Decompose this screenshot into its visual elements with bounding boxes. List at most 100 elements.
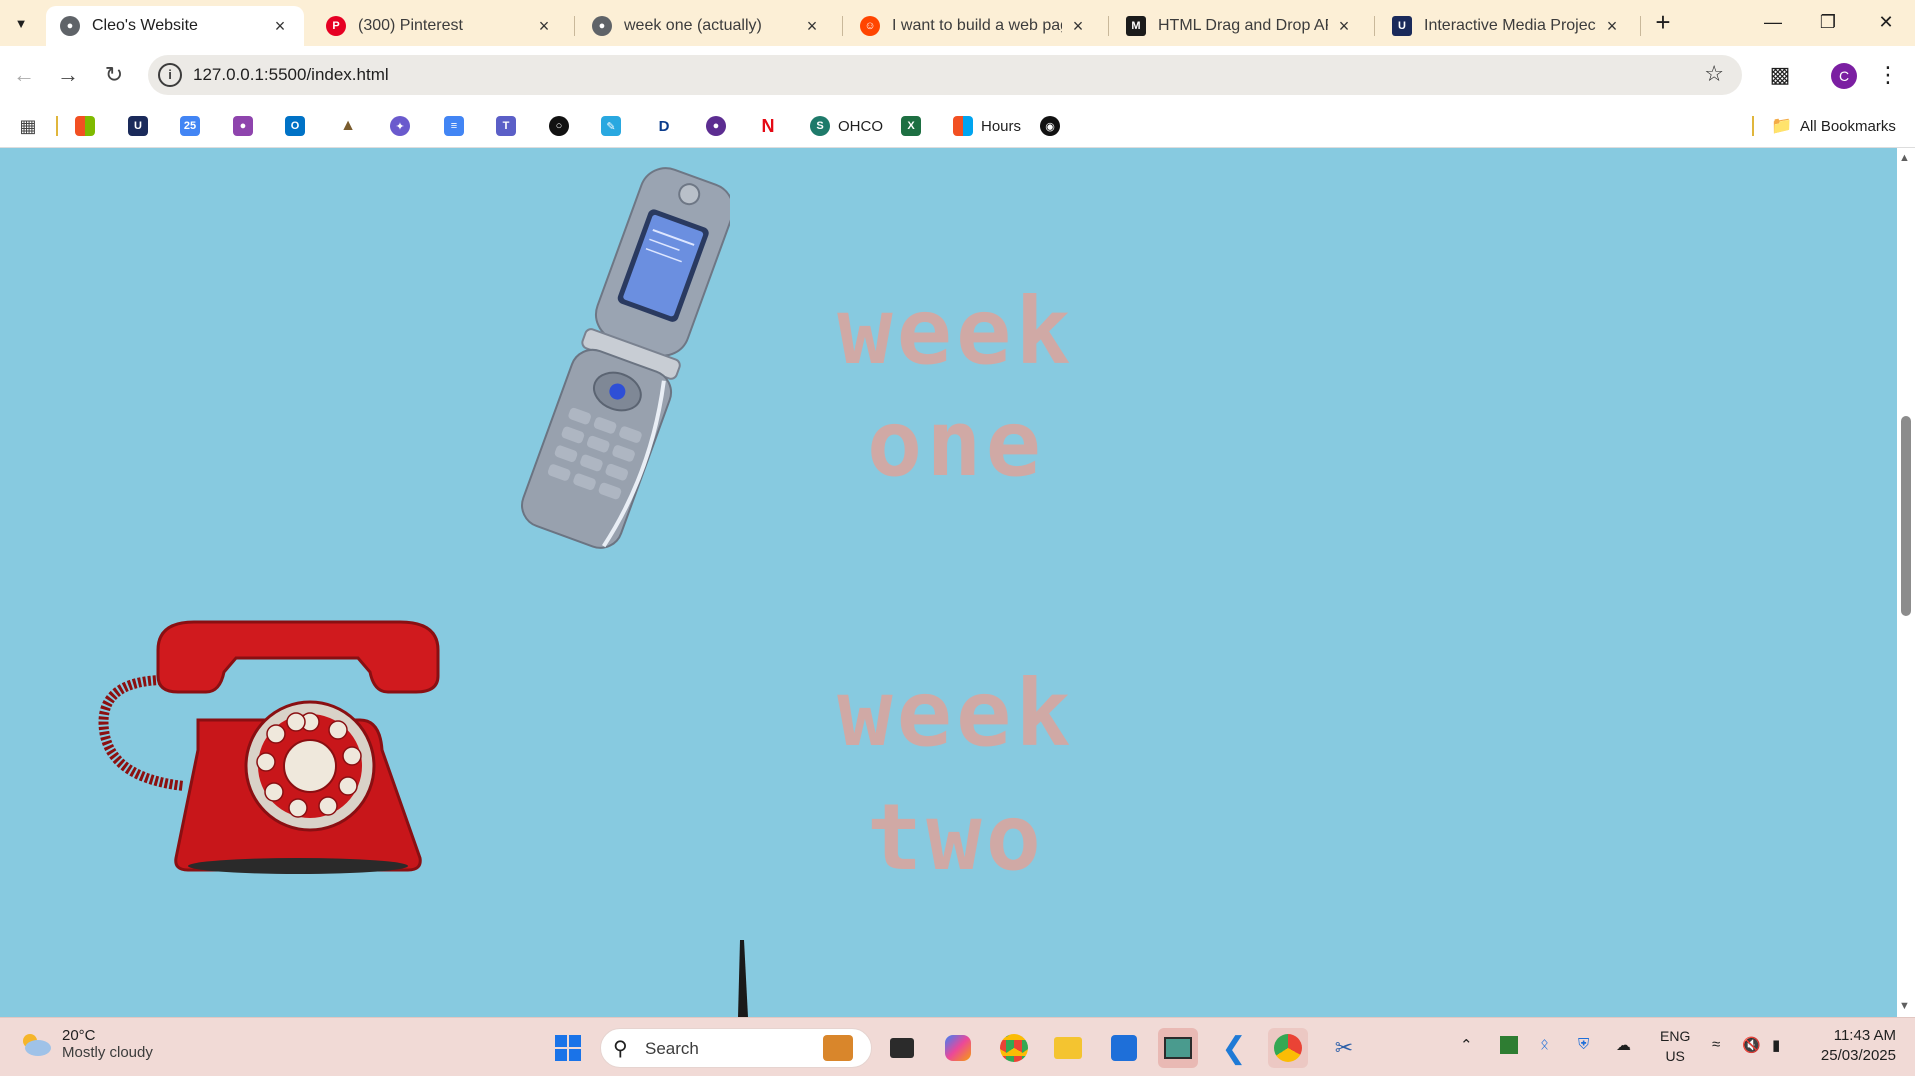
scroll-down-arrow-icon[interactable]: ▼ [1899,1000,1910,1012]
tab-week-one[interactable]: ● week one (actually) × [578,6,836,46]
shield-icon[interactable]: ⛨ [1578,1036,1589,1053]
extensions-puzzle-icon[interactable]: ▩ [1764,59,1796,91]
bookmark-separator [56,116,58,136]
language-indicator[interactable]: ENG US [1660,1026,1690,1066]
bookmarks-bar: ▦ U 25 ● O ▲ ✦ ≡ T ○ ✎ D ● N S OHCO X Ho… [0,104,1915,148]
cloud-sun-icon [23,1034,51,1056]
bookmark-hours[interactable]: Hours [953,115,1021,137]
uni-bookmark-icon[interactable]: U [128,115,148,137]
teams-icon[interactable]: T [496,115,516,137]
disney-plus-icon[interactable]: D [654,115,674,137]
reload-icon[interactable]: ↻ [98,59,130,91]
copilot-icon[interactable]: ✦ [390,115,410,137]
close-tab-icon[interactable]: × [534,16,554,37]
tab-interactive-media[interactable]: U Interactive Media Project 2 × [1378,6,1636,46]
chevron-up-icon[interactable]: ⌃ [1460,1036,1473,1054]
profile-avatar[interactable]: C [1831,63,1857,89]
antenna-image [738,940,748,1017]
windows-icon [953,116,973,136]
drawing-icon[interactable]: ✎ [601,115,621,137]
excel-icon[interactable]: X [901,115,921,137]
bookmark-ohco[interactable]: S OHCO [810,115,883,137]
close-tab-icon[interactable]: × [1334,16,1354,37]
week-two-link[interactable]: week two [756,652,1156,900]
tab-mdn[interactable]: M HTML Drag and Drop API - × [1112,6,1368,46]
vscode-icon[interactable]: ❮ [1214,1028,1254,1068]
tab-cleos-website[interactable]: ● Cleo's Website × [46,6,304,46]
windows-taskbar: 20°C Mostly cloudy ⚲ Search ❮ ✂ ⌃ ᛟ ⛨ ☁ … [0,1017,1915,1076]
tab-search-chevron-icon[interactable]: ▼ [8,10,34,36]
tab-separator [842,16,843,36]
twitch-like-icon[interactable]: ● [706,115,726,137]
chrome-profile-taskbar-icon[interactable] [1268,1028,1308,1068]
calendar-icon[interactable]: 25 [180,115,200,137]
apps-grid-icon[interactable]: ▦ [18,115,38,137]
close-tab-icon[interactable]: × [1068,16,1088,37]
battery-icon[interactable]: ▮ [1772,1036,1780,1054]
nvidia-icon[interactable] [1500,1036,1518,1054]
system-clock[interactable]: 11:43 AM 25/03/2025 [1810,1026,1896,1066]
scroll-up-arrow-icon[interactable]: ▲ [1899,152,1910,164]
tree-icon[interactable]: ▲ [338,115,358,137]
close-tab-icon[interactable]: × [1602,16,1622,37]
page-content: week one week two [0,148,1897,1017]
snipping-tool-icon[interactable]: ✂ [1324,1028,1364,1068]
outlook-icon[interactable]: O [285,115,305,137]
flip-phone-image[interactable] [520,156,730,556]
scrollbar-thumb[interactable] [1901,416,1911,616]
new-tab-button[interactable]: + [1648,8,1678,38]
file-explorer-icon[interactable] [1048,1028,1088,1068]
kebab-menu-icon[interactable]: ⋮ [1876,60,1900,92]
weather-widget[interactable]: 20°C Mostly cloudy [18,1027,153,1061]
tab-pinterest[interactable]: P (300) Pinterest × [312,6,568,46]
folder-icon: 📁 [1771,116,1793,135]
bookmark-star-icon[interactable]: ☆ [1704,61,1724,87]
briefcase-icon [823,1035,853,1061]
tab-reddit[interactable]: ☺ I want to build a web page × [846,6,1102,46]
tab-separator [1108,16,1109,36]
tab-strip: ▼ ● Cleo's Website × P (300) Pinterest ×… [0,0,1915,46]
back-arrow-icon[interactable]: ← [8,59,40,91]
close-tab-icon[interactable]: × [802,16,822,37]
tab-title: HTML Drag and Drop API - [1158,17,1328,34]
app-window-icon[interactable] [1158,1028,1198,1068]
speaker-muted-icon[interactable]: 🔇 [1742,1036,1761,1054]
week-two-line-1: week [837,660,1075,767]
bluetooth-icon[interactable]: ᛟ [1540,1036,1549,1053]
clock-time: 11:43 AM [1833,1027,1896,1044]
netflix-icon[interactable]: N [758,115,778,137]
github-icon[interactable]: ◉ [1040,115,1060,137]
task-view-icon[interactable] [882,1028,922,1068]
cloud-off-icon[interactable]: ☁ [1616,1036,1631,1054]
minimize-icon[interactable]: — [1753,4,1793,40]
all-bookmarks-label: All Bookmarks [1800,117,1896,135]
microsoft-icon[interactable] [75,115,95,137]
close-window-icon[interactable]: ✕ [1866,4,1906,40]
restore-icon[interactable]: ❐ [1808,4,1848,40]
purple-app-icon[interactable]: ● [233,115,253,137]
start-windows-icon[interactable] [548,1028,588,1068]
site-info-icon[interactable]: i [158,63,182,87]
ohco-icon: S [810,116,830,136]
circle-icon[interactable]: ○ [549,115,569,137]
week-one-link[interactable]: week one [756,276,1156,500]
uni-icon: U [1392,16,1412,36]
close-tab-icon[interactable]: × [270,16,290,37]
chrome-taskbar-icon[interactable] [994,1028,1034,1068]
address-bar[interactable]: i 127.0.0.1:5500/index.html ☆ [148,55,1742,95]
docs-icon[interactable]: ≡ [444,115,464,137]
bookmark-label: Hours [981,117,1022,135]
url-text[interactable]: 127.0.0.1:5500/index.html [193,65,389,85]
forward-arrow-icon[interactable]: → [52,59,84,91]
globe-icon: ● [592,16,612,36]
wifi-icon[interactable]: ≈ [1712,1036,1720,1053]
weather-condition: Mostly cloudy [62,1044,153,1061]
language-bottom: US [1665,1048,1685,1064]
week-one-line-1: week [837,278,1075,385]
rotary-phone-image[interactable] [98,600,458,880]
store-icon[interactable] [1104,1028,1144,1068]
all-bookmarks-button[interactable]: 📁 All Bookmarks [1771,115,1896,137]
globe-icon: ● [60,16,80,36]
taskbar-search-input[interactable]: ⚲ Search [600,1028,872,1068]
copilot-taskbar-icon[interactable] [938,1028,978,1068]
